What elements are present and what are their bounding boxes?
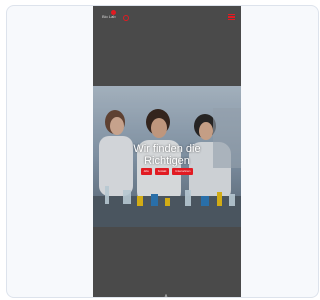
site-header: Bio Lab xyxy=(93,6,241,27)
preview-card: Bio Lab Wir finden die Richtigen Jobs Ko… xyxy=(6,5,319,298)
hero-section: Wir finden die Richtigen Jobs Kontakt Un… xyxy=(93,86,241,227)
arrow-down-icon[interactable] xyxy=(163,294,169,298)
hero-title: Wir finden die Richtigen xyxy=(93,143,241,167)
logo[interactable]: Bio Lab xyxy=(102,10,129,22)
hero-title-line-1: Wir finden die xyxy=(133,143,201,156)
hero-title-line-2: Richtigen xyxy=(144,155,190,168)
hero-button-kontakt[interactable]: Kontakt xyxy=(154,168,170,175)
logo-text: Bio Lab xyxy=(102,14,116,19)
hero-button-unternehmen[interactable]: Unternehmen xyxy=(172,168,194,175)
hero-button-row: Jobs Kontakt Unternehmen xyxy=(93,168,241,175)
hero-button-jobs[interactable]: Jobs xyxy=(140,168,152,175)
hamburger-menu-icon[interactable] xyxy=(228,14,235,21)
mobile-preview: Bio Lab Wir finden die Richtigen Jobs Ko… xyxy=(93,6,241,298)
logo-ring-icon xyxy=(123,15,129,21)
